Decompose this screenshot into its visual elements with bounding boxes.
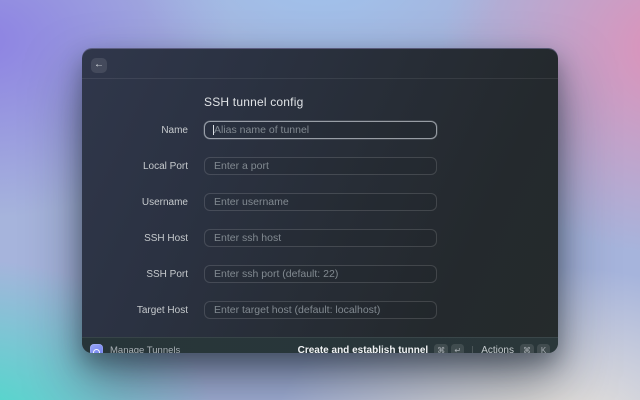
form-row-local-port: Local Port <box>82 157 558 175</box>
local-port-input[interactable] <box>204 157 437 175</box>
form-row-target-host: Target Host <box>82 301 558 319</box>
back-button[interactable]: ← <box>91 57 107 73</box>
footer-divider <box>472 345 474 353</box>
ssh-port-input[interactable] <box>204 265 437 283</box>
actions-label: Actions <box>481 345 514 353</box>
return-key-icon: ↵ <box>451 344 465 353</box>
k-key-icon: K <box>537 344 550 353</box>
ssh-tunnel-config-window: ← SSH tunnel config Name Local Port User… <box>82 48 558 353</box>
form-row-ssh-port: SSH Port <box>82 265 558 283</box>
cmd-key-icon: ⌘ <box>434 344 449 353</box>
form-row-ssh-host: SSH Host <box>82 229 558 247</box>
form-content: SSH tunnel config Name Local Port Userna… <box>82 79 558 337</box>
extension-name: Manage Tunnels <box>110 345 181 353</box>
name-label: Name <box>161 124 188 136</box>
cmd-key-icon: ⌘ <box>520 344 534 353</box>
local-port-label: Local Port <box>142 160 188 172</box>
target-host-label: Target Host <box>136 304 188 316</box>
tunnel-app-icon <box>90 344 103 353</box>
primary-action-label: Create and establish tunnel <box>297 345 429 353</box>
tunnel-arch-icon <box>93 348 100 353</box>
page-title: SSH tunnel config <box>204 95 304 109</box>
create-and-establish-tunnel-button[interactable]: Create and establish tunnel ⌘ ↵ <box>298 344 465 353</box>
back-arrow-icon: ← <box>94 59 104 70</box>
ssh-port-label: SSH Port <box>146 268 188 280</box>
footer-actions: Create and establish tunnel ⌘ ↵ Actions … <box>298 344 550 353</box>
ssh-host-label: SSH Host <box>144 232 188 244</box>
text-cursor <box>213 125 214 135</box>
target-host-input[interactable] <box>204 301 437 319</box>
form-row-username: Username <box>82 193 558 211</box>
action-bar: Manage Tunnels Create and establish tunn… <box>82 337 558 353</box>
form-row-name: Name <box>82 121 558 139</box>
username-label: Username <box>141 196 188 208</box>
window-titlebar: ← <box>82 48 558 79</box>
username-input[interactable] <box>204 193 437 211</box>
ssh-host-input[interactable] <box>204 229 437 247</box>
name-input[interactable] <box>204 121 437 139</box>
actions-menu-button[interactable]: Actions ⌘ K <box>481 344 550 353</box>
